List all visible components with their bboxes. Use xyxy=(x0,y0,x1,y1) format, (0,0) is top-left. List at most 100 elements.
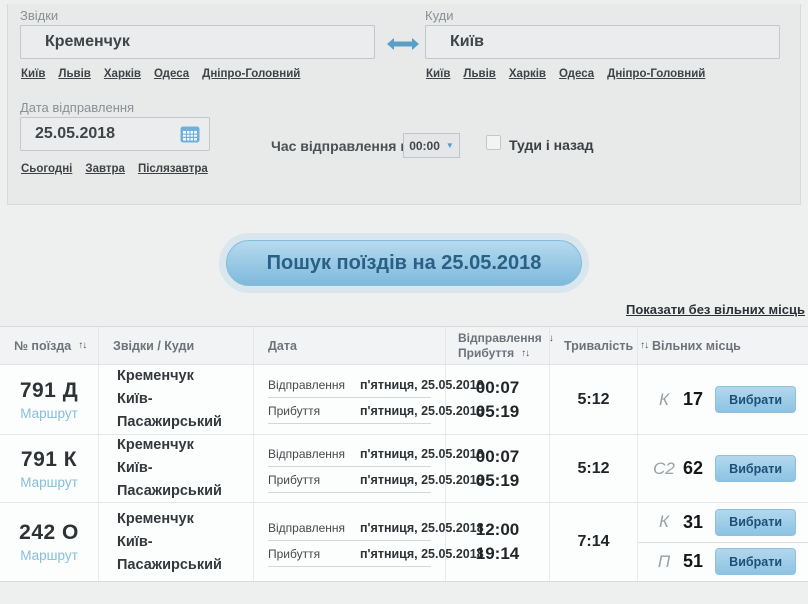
arrival-date-line: Прибуттяп'ятниця, 25.05.2018 xyxy=(268,401,431,424)
time-select-value: 00:00 xyxy=(409,139,440,153)
station-to: Київ-Пасажирський xyxy=(117,531,253,577)
to-field-wrap xyxy=(425,25,780,59)
quick-link[interactable]: Дніпро-Головний xyxy=(202,68,300,80)
seat-option: С2 62 Вибрати xyxy=(638,435,808,502)
roundtrip-label: Туди і назад xyxy=(509,137,593,153)
train-number: 242 О xyxy=(19,521,79,545)
train-number: 791 К xyxy=(21,448,77,472)
quick-link[interactable]: Харків xyxy=(509,68,546,80)
arrival-label: Прибуття xyxy=(268,404,360,418)
arrival-time: 05:19 xyxy=(476,469,519,493)
date-quick-links: Сьогодні Завтра Післязавтра xyxy=(21,163,208,175)
search-trains-button[interactable]: Пошук поїздів на 25.05.2018 xyxy=(226,240,582,286)
search-form-panel: Звідки КиївЛьвівХарківОдесаДніпро-Головн… xyxy=(7,4,801,205)
results-body: 791 ДМаршрутКременчукКиїв-ПасажирськийВі… xyxy=(0,365,808,581)
arrival-label: Прибуття xyxy=(268,473,360,487)
quick-link[interactable]: Завтра xyxy=(85,163,125,175)
seat-class: К xyxy=(652,512,676,532)
column-header-seats: Вільних місць xyxy=(638,327,808,364)
quick-link[interactable]: Львів xyxy=(463,68,495,80)
departure-time: 00:07 xyxy=(476,445,519,469)
train-row: 791 КМаршрутКременчукКиїв-ПасажирськийВі… xyxy=(0,435,808,503)
to-input[interactable] xyxy=(425,25,780,59)
stations-cell: КременчукКиїв-Пасажирський xyxy=(99,435,254,502)
quick-link[interactable]: Харків xyxy=(104,68,141,80)
quick-link[interactable]: Сьогодні xyxy=(21,163,72,175)
stations-cell: КременчукКиїв-Пасажирський xyxy=(99,503,254,581)
quick-link[interactable]: Одеса xyxy=(154,68,189,80)
route-link[interactable]: Маршрут xyxy=(20,406,78,421)
select-seats-button[interactable]: Вибрати xyxy=(715,509,796,536)
quick-link[interactable]: Одеса xyxy=(559,68,594,80)
results-header: № поїзда ↑↓ Звідки / Куди Дата Відправле… xyxy=(0,327,808,365)
arrival-label: Прибуття xyxy=(268,547,360,561)
station-from: Кременчук xyxy=(117,365,253,388)
dates-cell: Відправленняп'ятниця, 25.05.2018 Прибуття… xyxy=(254,435,446,502)
swap-stations-icon[interactable] xyxy=(386,37,420,51)
station-to: Київ-Пасажирський xyxy=(117,388,253,434)
seat-option: К17Вибрати xyxy=(638,365,808,434)
date-field-wrap xyxy=(20,117,210,151)
seat-option: К31Вибрати xyxy=(638,503,808,542)
duration-cell: 5:12 xyxy=(550,365,638,434)
column-header-train: № поїзда ↑↓ xyxy=(0,327,99,364)
results-table: № поїзда ↑↓ Звідки / Куди Дата Відправле… xyxy=(0,326,808,582)
duration-cell: 7:14 xyxy=(550,503,638,581)
times-cell: 00:0705:19 xyxy=(446,435,550,502)
select-seats-button[interactable]: Вибрати xyxy=(715,386,796,413)
quick-link[interactable]: Київ xyxy=(21,68,45,80)
arrival-date-line: Прибуттяп'ятниця, 25.05.2018 xyxy=(268,470,431,493)
arrival-time: 05:19 xyxy=(476,400,519,424)
sort-both-icon[interactable]: ↑↓ xyxy=(78,340,86,351)
seat-count: 51 xyxy=(683,551,703,572)
sort-both-icon[interactable]: ↑↓ xyxy=(521,346,529,361)
calendar-icon[interactable] xyxy=(180,125,200,143)
train-number: 791 Д xyxy=(20,379,78,403)
show-without-seats-link[interactable]: Показати без вільних місць xyxy=(626,302,805,317)
station-from: Кременчук xyxy=(117,434,253,457)
dates-cell: Відправленняп'ятниця, 25.05.2018 Прибуття… xyxy=(254,503,446,581)
train-number-cell: 791 Д Маршрут xyxy=(0,365,99,434)
route-link[interactable]: Маршрут xyxy=(20,548,78,563)
quick-link[interactable]: Київ xyxy=(426,68,450,80)
column-header-route: Звідки / Куди xyxy=(99,327,254,364)
departure-date-line: Відправленняп'ятниця, 25.05.2018 xyxy=(268,518,431,541)
departure-date-line: Відправленняп'ятниця, 25.05.2018 xyxy=(268,375,431,398)
column-header-date: Дата xyxy=(254,327,446,364)
times-cell: 00:0705:19 xyxy=(446,365,550,434)
seat-class: П xyxy=(652,552,676,572)
times-cell: 12:0019:14 xyxy=(446,503,550,581)
to-label: Куди xyxy=(425,8,454,23)
select-seats-button[interactable]: Вибрати xyxy=(715,548,796,575)
station-from: Кременчук xyxy=(117,508,253,531)
seat-class: С2 xyxy=(652,459,676,479)
departure-time: 00:07 xyxy=(476,376,519,400)
column-header-duration: Тривалість ↑↓ xyxy=(550,327,638,364)
time-select[interactable]: 00:00 ▼ xyxy=(403,133,460,158)
route-link[interactable]: Маршрут xyxy=(20,475,78,490)
departure-label: Відправлення xyxy=(268,447,360,461)
to-quick-links: Київ Львів Харків Одеса Дніпро-Головний xyxy=(426,68,705,80)
stations-cell: КременчукКиїв-Пасажирський xyxy=(99,365,254,434)
quick-link[interactable]: Львів xyxy=(58,68,90,80)
quick-link[interactable]: Дніпро-Головний xyxy=(607,68,705,80)
departure-date-line: Відправленняп'ятниця, 25.05.2018 xyxy=(268,444,431,467)
quick-link[interactable]: Післязавтра xyxy=(138,163,208,175)
from-field-wrap xyxy=(20,25,375,59)
dropdown-arrow-icon: ▼ xyxy=(446,142,454,150)
from-input[interactable] xyxy=(20,25,375,59)
dates-cell: Відправленняп'ятниця, 25.05.2018 Прибуття… xyxy=(254,365,446,434)
seats-cell: К17Вибрати xyxy=(638,365,808,434)
time-from-label: Час відправлення від xyxy=(271,138,422,154)
duration-value: 5:12 xyxy=(577,391,609,409)
roundtrip-checkbox[interactable] xyxy=(486,135,501,150)
select-seats-button[interactable]: Вибрати xyxy=(715,455,796,482)
station-to: Київ-Пасажирський xyxy=(117,457,253,503)
arrival-time: 19:14 xyxy=(476,542,519,566)
duration-value: 7:14 xyxy=(577,533,609,551)
seat-count: 62 xyxy=(683,458,703,479)
train-number-cell: 242 О Маршрут xyxy=(0,503,99,581)
arrival-date-line: Прибуттяп'ятниця, 25.05.2018 xyxy=(268,544,431,567)
column-header-departure-arrival: Відправлення ↓ Прибуття ↑↓ xyxy=(446,327,550,364)
departure-label: Відправлення xyxy=(268,521,360,535)
